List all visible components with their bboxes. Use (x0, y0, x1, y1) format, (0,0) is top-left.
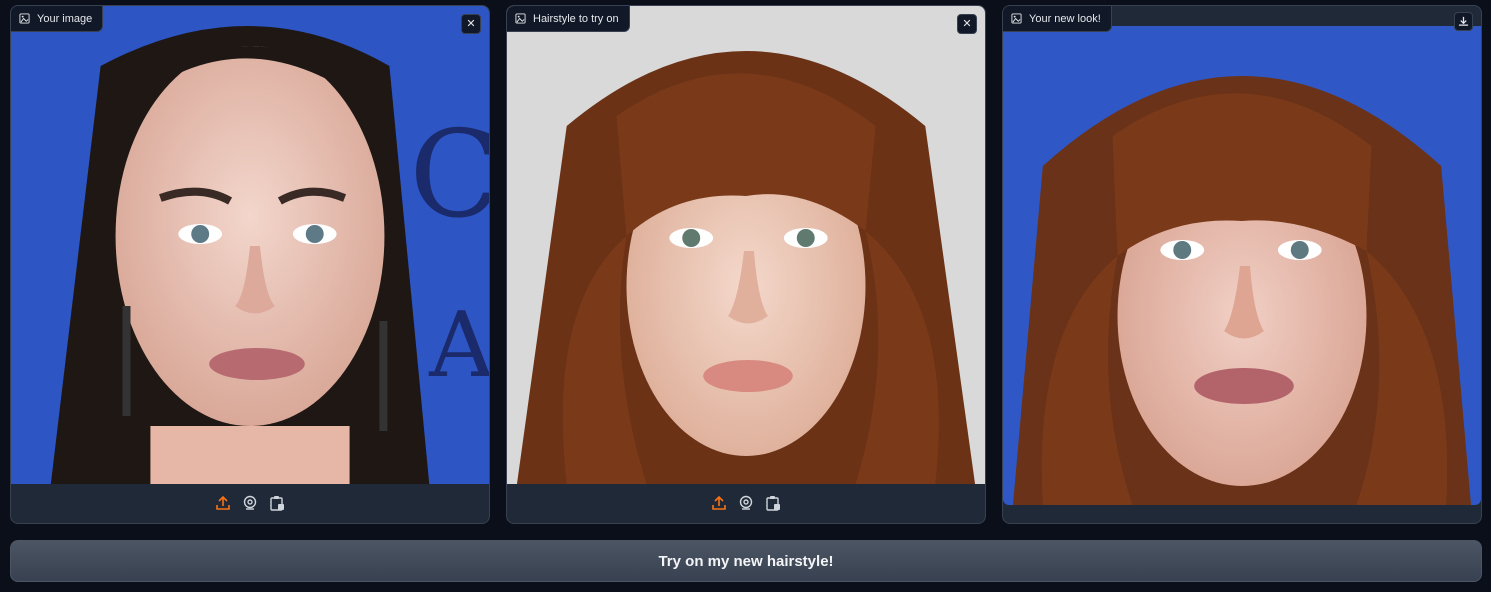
output-image-panel: Your new look! (1002, 5, 1482, 524)
source-toolbar (11, 483, 489, 523)
svg-text:A: A (428, 294, 489, 398)
panel-label: Your image (11, 6, 104, 32)
clear-button[interactable]: ✕ (957, 14, 977, 34)
close-icon: ✕ (962, 18, 972, 30)
input-image-panel: C A Your image ✕ (10, 5, 490, 524)
hairstyle-image[interactable] (507, 6, 985, 484)
upload-icon[interactable] (215, 495, 232, 512)
panel-label-text: Hairstyle to try on (533, 12, 619, 25)
clear-button[interactable]: ✕ (461, 14, 481, 34)
clipboard-icon[interactable] (269, 495, 286, 512)
panel-label-text: Your new look! (1029, 12, 1101, 25)
download-button[interactable] (1454, 12, 1473, 31)
close-icon: ✕ (466, 18, 476, 30)
try-on-button-label: Try on my new hairstyle! (658, 552, 834, 570)
panel-label: Hairstyle to try on (507, 6, 630, 32)
webcam-icon[interactable] (242, 495, 259, 512)
webcam-icon[interactable] (738, 495, 755, 512)
image-icon (19, 13, 30, 24)
output-image (1003, 26, 1481, 505)
upload-icon[interactable] (711, 495, 728, 512)
image-icon (515, 13, 526, 24)
clipboard-icon[interactable] (765, 495, 782, 512)
panel-label: Your new look! (1003, 6, 1112, 32)
svg-text:C: C (409, 106, 489, 245)
download-icon (1458, 16, 1469, 26)
panel-label-text: Your image (37, 12, 93, 25)
image-icon (1011, 13, 1022, 24)
hairstyle-image-panel: Hairstyle to try on ✕ (506, 5, 986, 524)
try-on-button[interactable]: Try on my new hairstyle! (10, 540, 1482, 582)
source-toolbar (507, 483, 985, 523)
input-image[interactable]: C A (11, 6, 489, 484)
